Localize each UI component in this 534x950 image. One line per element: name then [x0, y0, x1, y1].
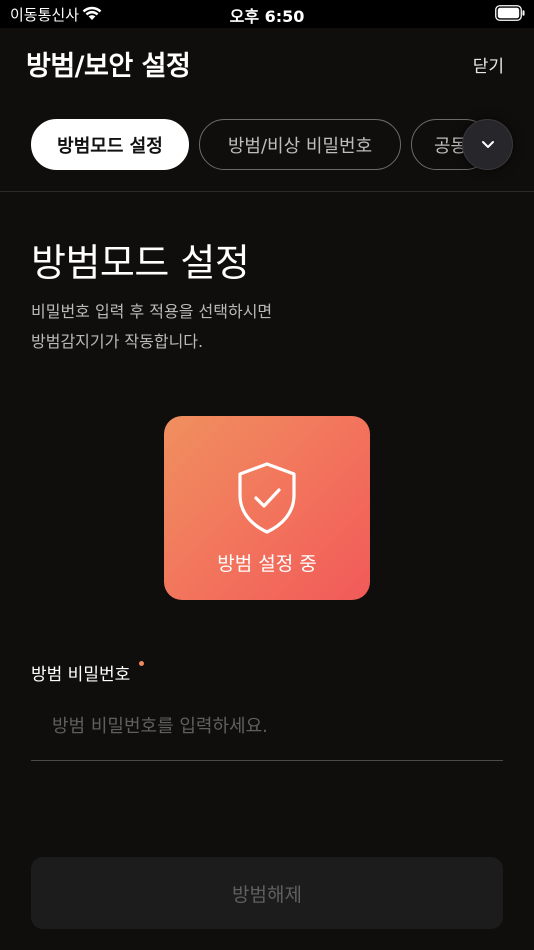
- tab-security-password[interactable]: 방범/비상 비밀번호: [199, 119, 401, 170]
- battery-icon: [495, 5, 525, 21]
- security-status-card: 방범 설정 중: [164, 416, 370, 600]
- expand-tabs-button[interactable]: [462, 119, 513, 170]
- password-label: 방범 비밀번호: [31, 665, 131, 685]
- clock: 오후 6:50: [229, 7, 305, 26]
- status-bar: 이동통신사 오후 6:50: [0, 0, 534, 28]
- tab-bar: 방범모드 설정 방범/비상 비밀번호 공동: [0, 119, 534, 171]
- shield-check-icon: [238, 462, 296, 534]
- section-title: 방범모드 설정: [31, 241, 250, 285]
- security-password-input[interactable]: [31, 703, 503, 749]
- close-button[interactable]: 닫기: [473, 52, 504, 77]
- security-status-text: 방범 설정 중: [217, 553, 317, 575]
- chevron-down-icon: [481, 141, 494, 148]
- page-title: 방범/보안 설정: [26, 51, 191, 82]
- header-divider: [0, 191, 534, 192]
- release-security-button[interactable]: 방범해제: [31, 857, 503, 929]
- section-description-line2: 방범감지기가 작동합니다.: [31, 332, 204, 351]
- tab-security-mode[interactable]: 방범모드 설정: [31, 119, 189, 170]
- required-indicator: [139, 661, 144, 666]
- section-description-line1: 비밀번호 입력 후 적용을 선택하시면: [31, 302, 273, 321]
- password-field-underline: [31, 760, 503, 761]
